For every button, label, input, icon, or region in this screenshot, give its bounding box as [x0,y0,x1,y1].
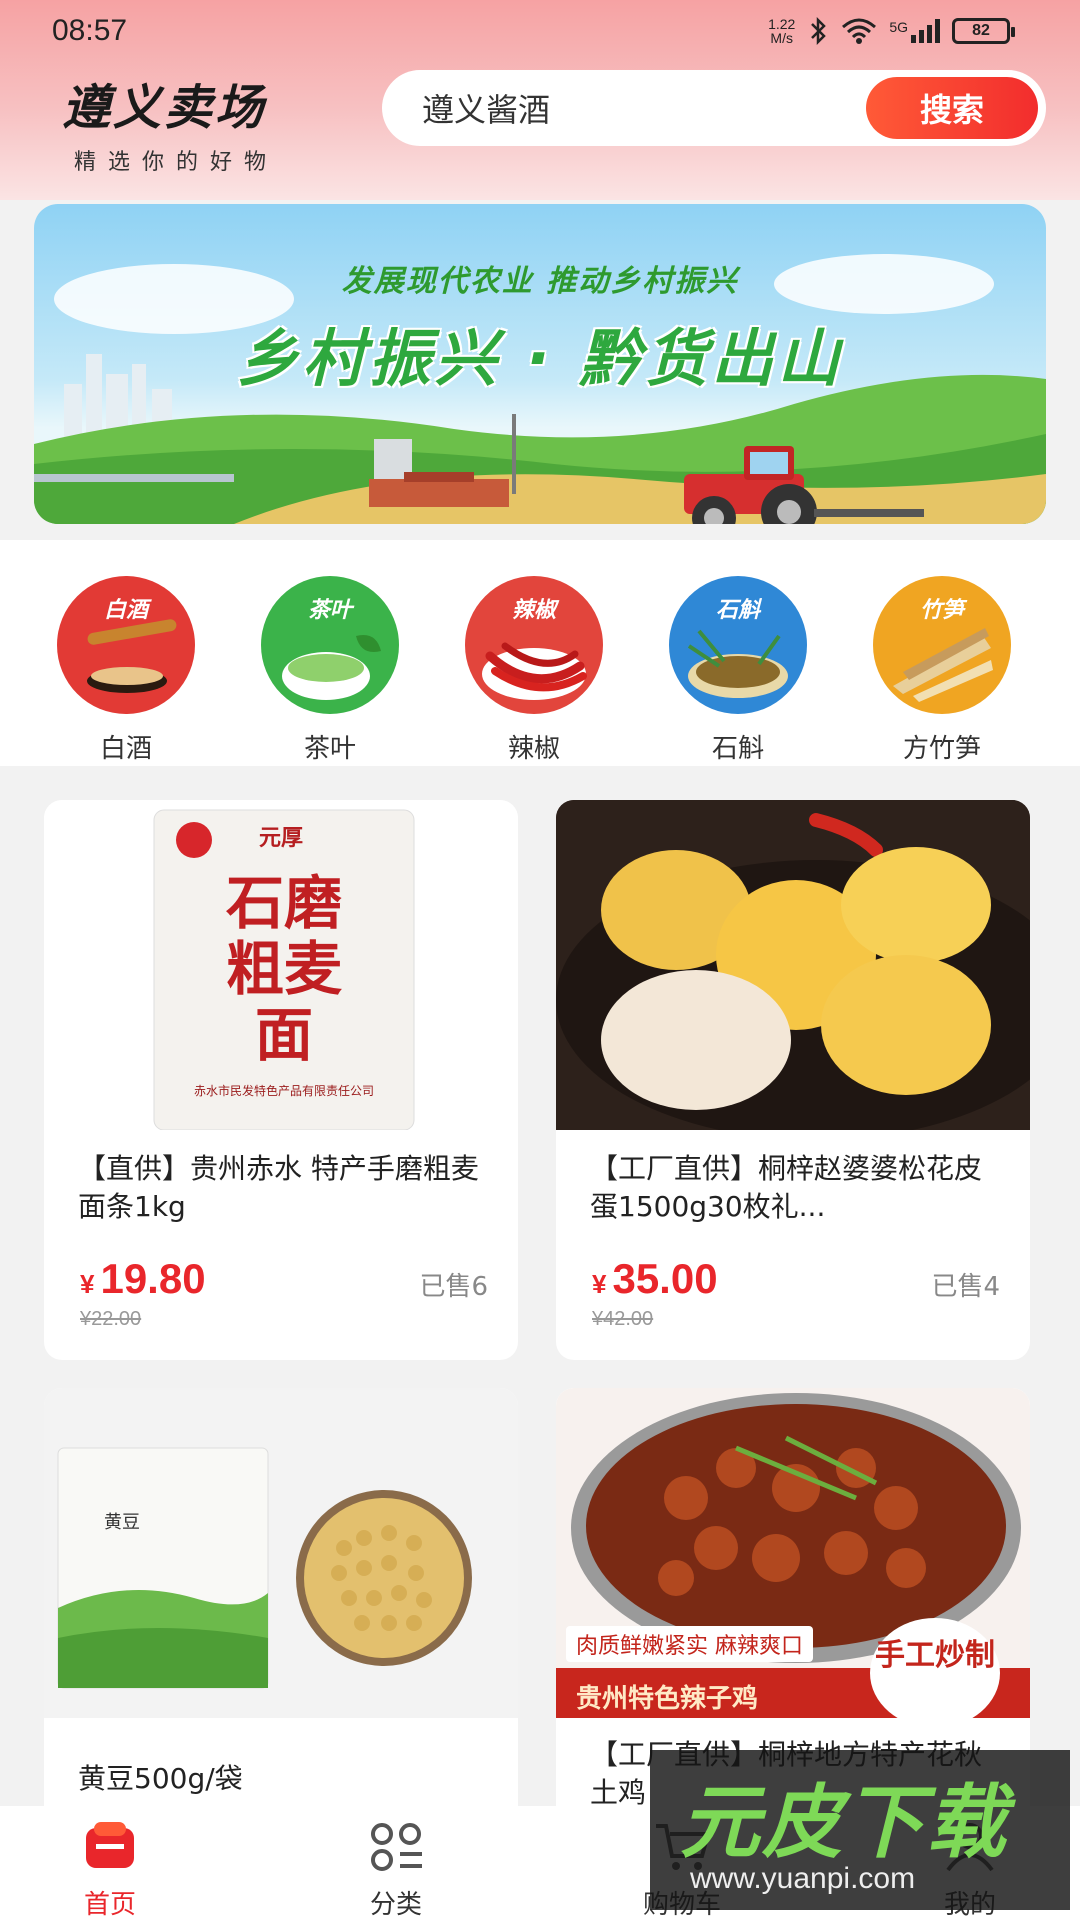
search-bar[interactable]: 搜索 [382,70,1046,146]
logo-subtitle: 精选你的好物 [74,150,279,175]
category-icon: 白酒 [57,576,195,714]
watermark-overlay: 元皮下载 www.yuanpi.com [650,1750,1070,1910]
product-title: 【直供】贵州赤水 特产手磨粗麦面条1kg [78,1152,479,1223]
product-card[interactable]: 元厚 石磨粗麦面 赤水市民发特色产品有限责任公司 【直供】贵州赤水 特产手磨粗麦… [44,800,518,1360]
category-tea[interactable]: 茶叶 茶叶 [260,576,400,765]
search-input[interactable] [422,89,822,127]
nav-label: 首页 [83,1890,136,1920]
speed-value: 1.22 [768,16,796,32]
price-value: 35.00 [612,1255,718,1302]
battery-indicator: 82 [952,18,1015,44]
nav-home[interactable]: 首页 [40,1820,180,1920]
category-dendrobium[interactable]: 石斛 石斛 [668,576,808,765]
category-icon: 石斛 [669,576,807,714]
header: 08:57 1.22 M/s 5G 82 遵义卖场 精选你的好物 搜索 [0,0,1080,200]
app-logo: 遵义卖场 精选你的好物 [62,68,278,176]
bag-label: 黄豆 [104,1512,140,1533]
original-price: ¥22.00 [80,1308,142,1330]
dish-name: 贵州特色辣子鸡 [576,1684,759,1714]
watermark-url: www.yuanpi.com [690,1862,916,1895]
package-title: 石磨粗麦面 [225,869,342,1069]
logo-title: 遵义卖场 [62,80,267,136]
category-label: 方竹笋 [902,734,981,764]
category-icon: 竹笋 [873,576,1011,714]
home-icon [86,1822,134,1868]
category-label: 辣椒 [507,734,560,764]
price-symbol: ¥ [592,1269,607,1299]
sold-count: 已售4 [931,1272,1000,1302]
price-symbol: ¥ [80,1269,95,1299]
category-label: 白酒 [99,734,152,764]
category-icon: 茶叶 [261,576,399,714]
wifi-icon [842,18,877,44]
product-image: 元厚 石磨粗麦面 赤水市民发特色产品有限责任公司 [44,800,518,1130]
promo-banner[interactable]: 发展现代农业 推动乡村振兴 乡村振兴 · 黔货出山 [34,204,1046,524]
original-price: ¥42.00 [592,1308,654,1330]
signal-icon: 5G [889,19,940,43]
package-company: 赤水市民发特色产品有限责任公司 [193,1084,374,1098]
status-icons: 1.22 M/s 5G 82 [768,16,1015,46]
product-price: ¥19.80 [80,1255,206,1303]
image-caption: 肉质鲜嫩紧实 麻辣爽口 [566,1626,813,1662]
category-baijiu[interactable]: 白酒 白酒 [56,576,196,765]
category-icon: 辣椒 [465,576,603,714]
bluetooth-icon [811,16,827,46]
nav-label: 分类 [369,1890,422,1920]
watermark-text: 元皮下载 [680,1776,1008,1869]
category-row: 白酒 白酒 茶叶 茶叶 辣椒 辣椒 石斛 石斛 竹笋 方竹笋 [0,540,1080,766]
search-button[interactable]: 搜索 [866,77,1038,139]
network-type: 5G [889,19,908,35]
category-icon [371,1823,422,1871]
product-image: 肉质鲜嫩紧实 麻辣爽口 手工炒制 贵州特色辣子鸡 [556,1388,1030,1718]
category-chili[interactable]: 辣椒 辣椒 [464,576,604,765]
category-label: 石斛 [711,734,764,764]
product-price: ¥35.00 [592,1255,718,1303]
speed-unit: M/s [770,30,793,46]
status-time: 08:57 [52,14,128,47]
network-speed: 1.22 M/s [768,17,795,45]
product-card[interactable]: 黄豆 黄豆500g/袋 [44,1388,518,1848]
product-title: 黄豆500g/袋 [78,1762,243,1795]
price-value: 19.80 [100,1255,206,1302]
handmade-badge: 手工炒制 [870,1618,1000,1718]
nav-category[interactable]: 分类 [326,1820,466,1920]
sold-count: 已售6 [419,1272,488,1302]
product-image: 黄豆 [44,1388,518,1718]
category-label: 茶叶 [303,734,356,764]
product-title: 【工厂直供】桐梓赵婆婆松花皮蛋1500g30枚礼... [590,1152,983,1223]
brand-name: 元厚 [258,826,303,851]
product-image [556,800,1030,1130]
product-card[interactable]: 【工厂直供】桐梓赵婆婆松花皮蛋1500g30枚礼... ¥35.00 已售4 ¥… [556,800,1030,1360]
banner-subtitle: 发展现代农业 推动乡村振兴 [341,264,739,299]
banner-title: 乡村振兴 · 黔货出山 [236,322,844,395]
category-bamboo-shoot[interactable]: 竹笋 方竹笋 [872,576,1012,765]
